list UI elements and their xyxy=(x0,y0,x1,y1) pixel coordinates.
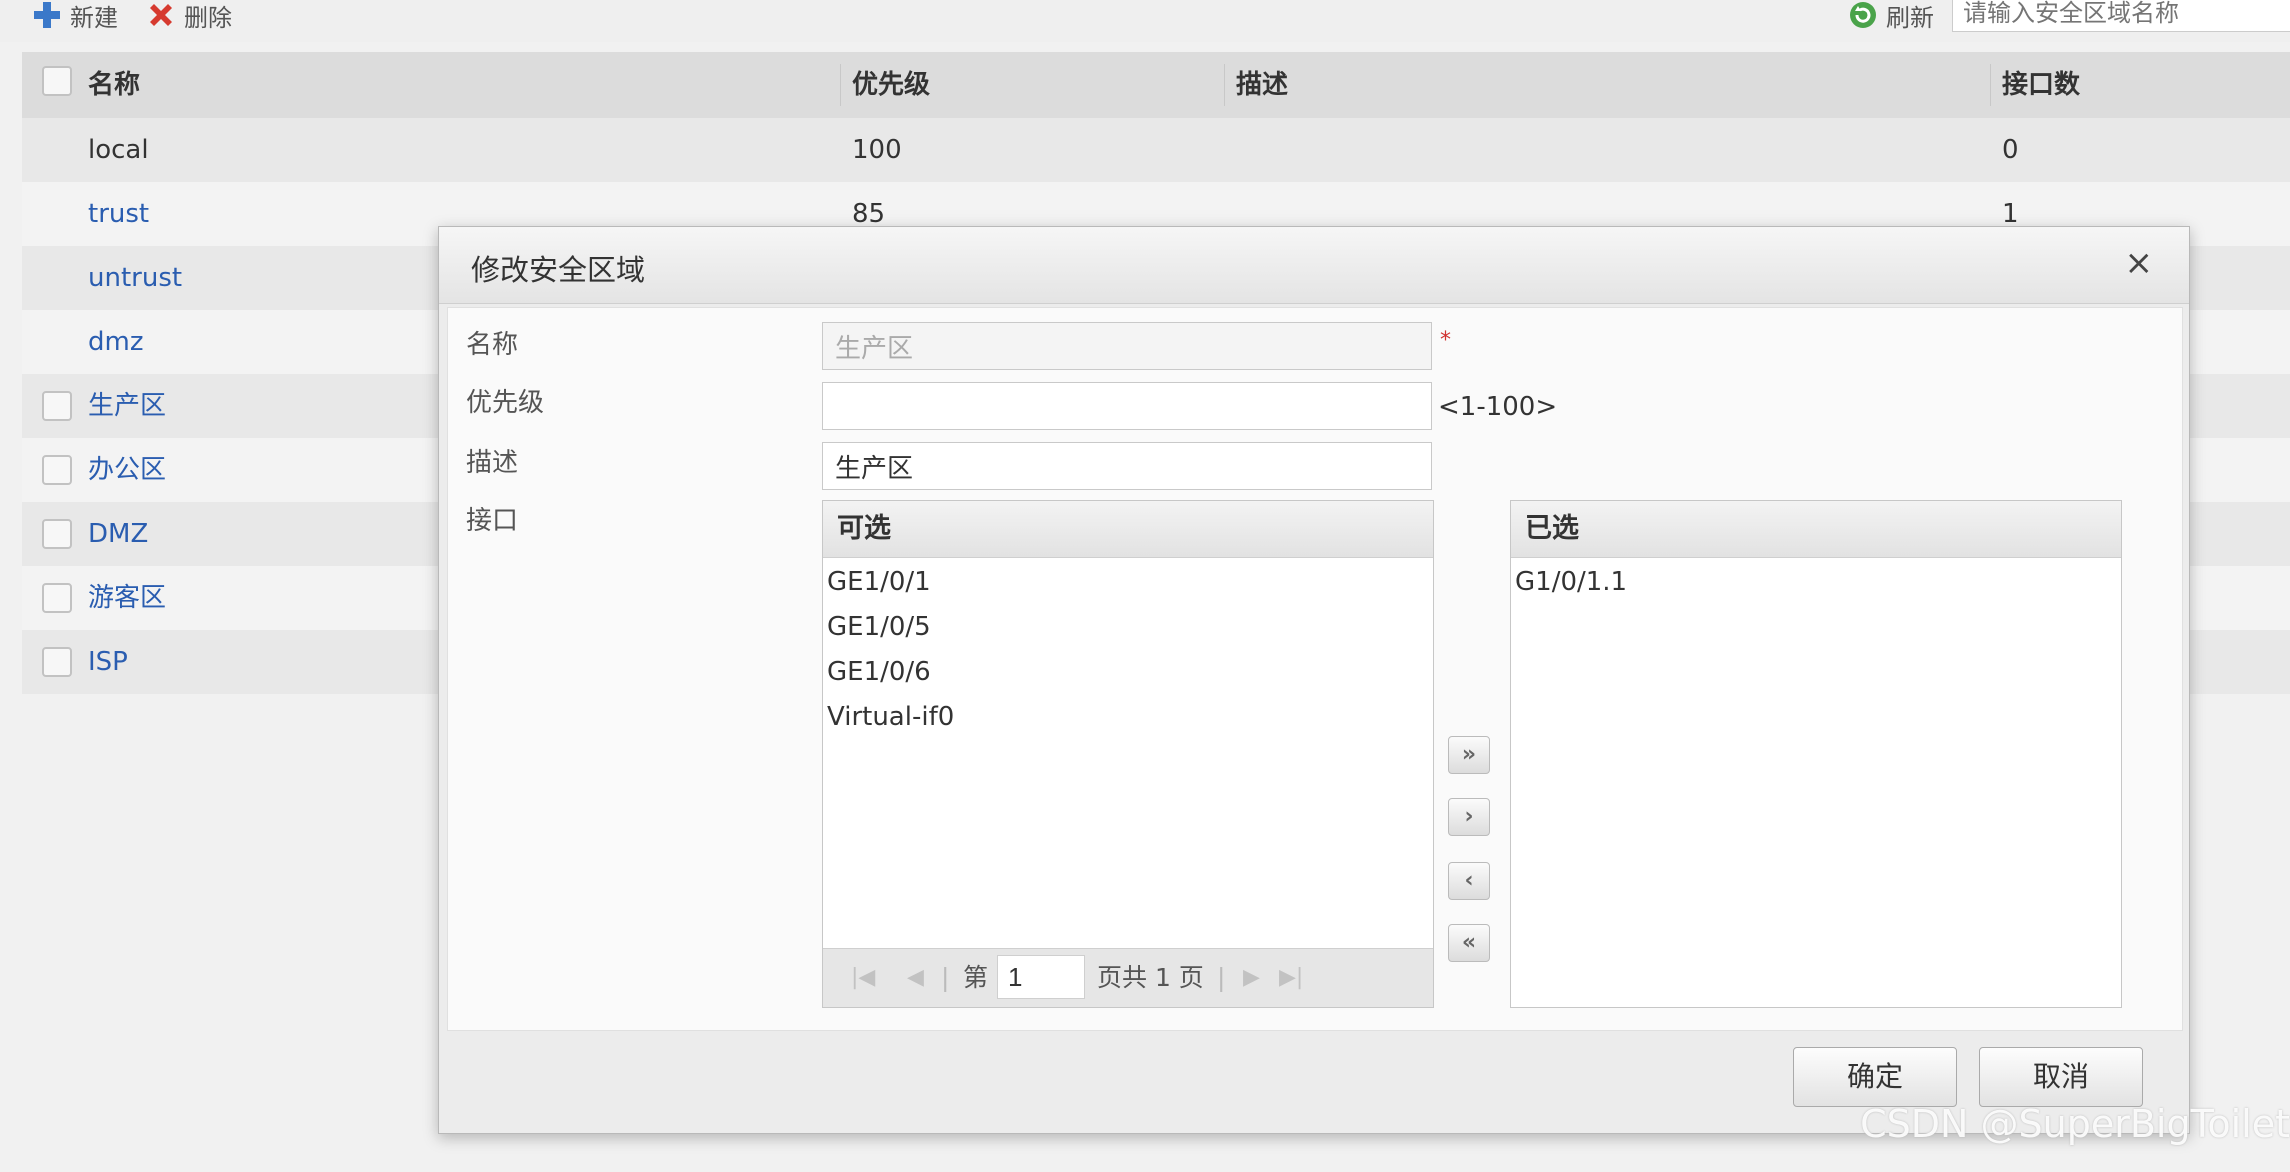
available-interface-item[interactable]: GE1/0/5 xyxy=(823,605,1433,650)
page-prefix: 第 xyxy=(963,963,989,992)
cancel-button[interactable]: 取消 xyxy=(1979,1047,2143,1107)
pager: |◀ ◀ | 第 页共 1 页 | ▶ ▶| xyxy=(823,948,1433,1007)
selected-interface-item[interactable]: G1/0/1.1 xyxy=(1511,560,2121,605)
refresh-icon xyxy=(1850,2,1876,28)
priority-label: 优先级 xyxy=(466,388,545,418)
zone-priority: 100 xyxy=(852,135,902,165)
column-divider xyxy=(1990,64,1991,106)
pager-separator: | xyxy=(941,963,950,992)
zone-interface-count: 0 xyxy=(2002,135,2019,165)
move-all-left-button[interactable]: « xyxy=(1448,924,1490,962)
plus-icon xyxy=(34,2,60,28)
priority-range-hint: <1-100> xyxy=(1438,392,1558,422)
delete-button-label: 删除 xyxy=(184,3,232,32)
name-label: 名称 xyxy=(466,330,519,360)
zone-name-link[interactable]: dmz xyxy=(88,310,143,374)
move-left-button[interactable]: ‹ xyxy=(1448,862,1490,900)
description-field[interactable] xyxy=(822,442,1432,490)
page-number-input[interactable] xyxy=(997,955,1085,999)
zone-name: local xyxy=(88,135,149,165)
next-page-icon[interactable]: ▶ xyxy=(1243,949,1260,1007)
available-interfaces-panel: 可选 GE1/0/1 GE1/0/5 GE1/0/6 Virtual-if0 |… xyxy=(822,500,1434,1008)
table-row[interactable]: local 100 0 xyxy=(22,118,2290,182)
available-interface-item[interactable]: GE1/0/1 xyxy=(823,560,1433,605)
row-checkbox[interactable] xyxy=(42,647,72,677)
description-label: 描述 xyxy=(466,448,519,478)
toolbar: 新建 删除 刷新 xyxy=(0,0,2290,42)
column-header-priority[interactable]: 优先级 xyxy=(852,52,930,118)
available-header: 可选 xyxy=(823,501,1433,558)
dialog-title-bar[interactable]: 修改安全区域 × xyxy=(439,227,2189,304)
zone-name-link[interactable]: trust xyxy=(88,182,149,246)
prev-page-icon[interactable]: ◀ xyxy=(907,949,924,1007)
pager-separator: | xyxy=(1217,963,1226,992)
delete-button[interactable]: 删除 xyxy=(146,0,232,32)
available-interface-item[interactable]: GE1/0/6 xyxy=(823,650,1433,695)
dialog-title: 修改安全区域 xyxy=(471,253,646,287)
last-page-icon[interactable]: ▶| xyxy=(1279,949,1303,1007)
delete-x-icon xyxy=(150,4,172,26)
required-mark: * xyxy=(1440,328,1451,353)
interface-label: 接口 xyxy=(466,506,519,536)
dialog-body: 名称 * 优先级 <1-100> 描述 接口 可选 GE1/0/1 GE1/0/… xyxy=(447,307,2183,1031)
refresh-button[interactable]: 刷新 xyxy=(1848,0,1934,32)
column-header-interfaces[interactable]: 接口数 xyxy=(2002,52,2080,118)
row-checkbox[interactable] xyxy=(42,455,72,485)
zone-name-link[interactable]: untrust xyxy=(88,246,182,310)
new-button-label: 新建 xyxy=(70,3,118,32)
priority-field[interactable] xyxy=(822,382,1432,430)
watermark: CSDN @SuperBigToilet xyxy=(1860,1102,2290,1146)
move-right-button[interactable]: › xyxy=(1448,798,1490,836)
name-field xyxy=(822,322,1432,370)
page-total: 页共 1 页 xyxy=(1097,963,1204,992)
ok-button[interactable]: 确定 xyxy=(1793,1047,1957,1107)
new-button[interactable]: 新建 xyxy=(32,0,118,32)
select-all-checkbox[interactable] xyxy=(42,66,72,96)
edit-zone-dialog: 修改安全区域 × 名称 * 优先级 <1-100> 描述 接口 可选 GE1/0… xyxy=(438,226,2190,1134)
zone-name-link[interactable]: 办公区 xyxy=(88,438,166,502)
row-checkbox[interactable] xyxy=(42,583,72,613)
column-divider xyxy=(840,64,841,106)
table-header: 名称 优先级 描述 接口数 xyxy=(22,52,2290,118)
selected-interfaces-panel: 已选 G1/0/1.1 xyxy=(1510,500,2122,1008)
row-checkbox[interactable] xyxy=(42,391,72,421)
zone-name-link[interactable]: 游客区 xyxy=(88,566,166,630)
zone-search-input[interactable] xyxy=(1952,0,2290,32)
available-interface-item[interactable]: Virtual-if0 xyxy=(823,695,1433,740)
first-page-icon[interactable]: |◀ xyxy=(851,949,875,1007)
zone-name-link[interactable]: 生产区 xyxy=(88,374,166,438)
refresh-button-label: 刷新 xyxy=(1886,3,1934,32)
zone-name-link[interactable]: DMZ xyxy=(88,502,148,566)
zone-name-link[interactable]: ISP xyxy=(88,630,128,694)
column-header-name[interactable]: 名称 xyxy=(88,52,140,118)
row-checkbox[interactable] xyxy=(42,519,72,549)
selected-header: 已选 xyxy=(1511,501,2121,558)
close-icon[interactable]: × xyxy=(2125,245,2154,281)
move-all-right-button[interactable]: » xyxy=(1448,736,1490,774)
column-divider xyxy=(1224,64,1225,106)
column-header-description[interactable]: 描述 xyxy=(1236,52,1288,118)
